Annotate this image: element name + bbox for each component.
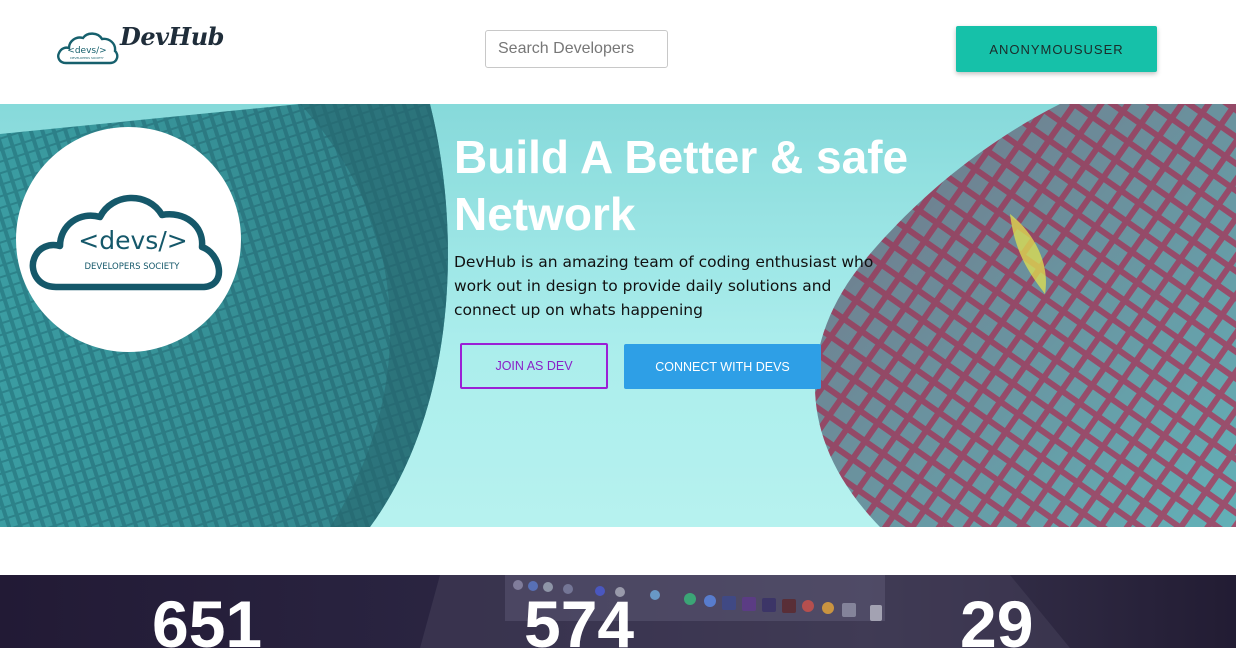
hero-description: DevHub is an amazing team of coding enth… — [454, 253, 874, 319]
hero-title: Build A Better & safe Network — [454, 129, 974, 243]
stat-value: 29 — [960, 587, 1034, 648]
hero-title-line1: Build A Better & safe — [454, 131, 909, 183]
navbar: <devs/> DEVELOPERS SOCIETY DevHub ANONYM… — [0, 0, 1236, 104]
join-as-dev-button[interactable]: JOIN AS DEV — [460, 343, 608, 389]
hero-title-line2: Network — [454, 188, 636, 240]
cloud-logo-icon: <devs/> DEVELOPERS SOCIETY — [29, 194, 223, 291]
hero-logo-text: <devs/> — [78, 226, 187, 255]
connect-with-devs-button[interactable]: CONNECT WITH DEVS — [624, 344, 821, 389]
brand-logo-text: <devs/> — [67, 46, 106, 56]
hero-logo: <devs/> DEVELOPERS SOCIETY — [16, 127, 241, 352]
stat-value: 651 — [152, 587, 263, 648]
brand-logo[interactable]: <devs/> DEVELOPERS SOCIETY DevHub — [56, 22, 224, 70]
search-input[interactable] — [485, 30, 668, 68]
brand-name: DevHub — [120, 22, 224, 51]
stats-section: 651 574 29 — [0, 575, 1236, 648]
cloud-logo-icon: <devs/> DEVELOPERS SOCIETY — [57, 32, 119, 65]
user-account-button[interactable]: ANONYMOUSUSER — [956, 26, 1157, 72]
hero-logo-subtext: DEVELOPERS SOCIETY — [84, 262, 180, 272]
hero-section: <devs/> DEVELOPERS SOCIETY Build A Bette… — [0, 104, 1236, 527]
stat-value: 574 — [524, 587, 635, 648]
brand-logo-subtext: DEVELOPERS SOCIETY — [70, 56, 104, 60]
